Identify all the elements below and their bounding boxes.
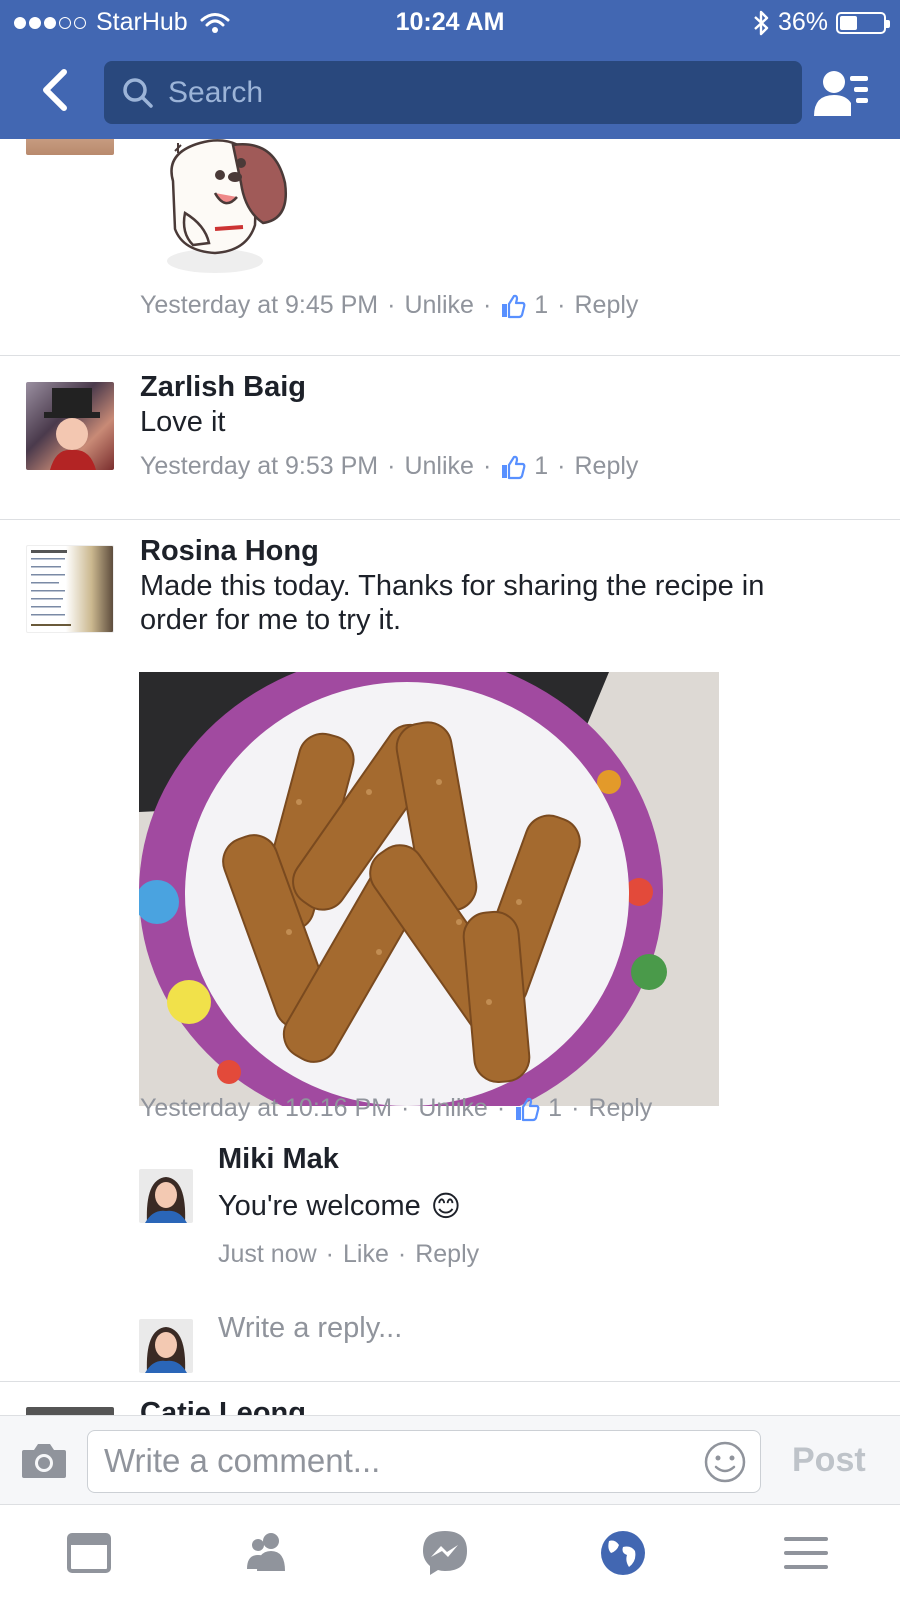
- reply-time[interactable]: Just now: [218, 1240, 317, 1269]
- reply-link[interactable]: Reply: [415, 1240, 479, 1269]
- news-feed-icon[interactable]: [63, 1527, 115, 1579]
- comment-author[interactable]: Zarlish Baig: [140, 371, 306, 404]
- comment-text-line1: Made this today. Thanks for sharing the …: [140, 570, 765, 602]
- reply-link[interactable]: Reply: [588, 1094, 652, 1123]
- friend-requests-icon[interactable]: [241, 1527, 293, 1579]
- like-count[interactable]: 1: [534, 452, 548, 481]
- reply-text: You're welcome: [218, 1190, 421, 1222]
- comment-meta: Yesterday at 9:53 PM · Unlike · 1 · Repl…: [140, 452, 639, 481]
- search-placeholder: Search: [168, 75, 264, 109]
- reply-author[interactable]: Miki Mak: [218, 1143, 339, 1176]
- status-right: 36%: [752, 8, 890, 37]
- unlike-link[interactable]: Unlike: [418, 1094, 487, 1123]
- battery-percent: 36%: [777, 8, 828, 36]
- unlike-link[interactable]: Unlike: [404, 452, 473, 481]
- like-thumb-icon: [502, 455, 526, 479]
- avatar[interactable]: [26, 139, 114, 155]
- avatar[interactable]: [26, 1407, 114, 1415]
- menu-icon[interactable]: [780, 1527, 832, 1579]
- search-input[interactable]: Search: [104, 61, 802, 124]
- notifications-globe-icon[interactable]: [597, 1527, 649, 1579]
- post-button[interactable]: Post: [792, 1441, 866, 1480]
- write-reply-input[interactable]: Write a reply...: [218, 1312, 402, 1345]
- like-thumb-icon: [516, 1097, 540, 1121]
- search-icon: [123, 77, 153, 108]
- battery-icon: [836, 11, 890, 34]
- comment-meta: Yesterday at 9:45 PM · Unlike · 1 · Repl…: [140, 291, 639, 320]
- comment-time[interactable]: Yesterday at 10:16 PM: [140, 1094, 392, 1123]
- like-count[interactable]: 1: [548, 1094, 562, 1123]
- dog-sticker: [167, 139, 287, 273]
- divider: [0, 1381, 900, 1382]
- comments-list: Yesterday at 9:45 PM · Unlike · 1 · Repl…: [0, 139, 900, 1415]
- unlike-link[interactable]: Unlike: [404, 291, 473, 320]
- messenger-icon[interactable]: [419, 1527, 471, 1579]
- avatar[interactable]: [26, 545, 114, 633]
- avatar[interactable]: [26, 382, 114, 470]
- comment-time[interactable]: Yesterday at 9:53 PM: [140, 452, 378, 481]
- top-bar: StarHub 10:24 AM 36% Search: [0, 0, 900, 139]
- avatar[interactable]: [139, 1169, 193, 1223]
- camera-icon[interactable]: [20, 1440, 68, 1480]
- reply-text-row: You're welcome 😊: [218, 1189, 461, 1223]
- divider: [0, 519, 900, 520]
- comment-placeholder: Write a comment...: [104, 1442, 381, 1479]
- comment-text: Love it: [140, 406, 226, 438]
- tab-bar: [0, 1505, 900, 1600]
- status-bar: StarHub 10:24 AM 36%: [0, 0, 900, 46]
- like-thumb-icon: [502, 294, 526, 318]
- my-avatar: [139, 1319, 193, 1373]
- comment-time[interactable]: Yesterday at 9:45 PM: [140, 291, 378, 320]
- write-comment-input[interactable]: Write a comment...: [87, 1430, 761, 1493]
- reply-link[interactable]: Reply: [575, 291, 639, 320]
- emoji-icon[interactable]: [704, 1441, 746, 1483]
- friends-list-icon[interactable]: [812, 68, 872, 118]
- comment-meta: Yesterday at 10:16 PM · Unlike · 1 · Rep…: [140, 1094, 653, 1123]
- reply-meta: Just now · Like · Reply: [218, 1240, 480, 1269]
- reply-link[interactable]: Reply: [575, 452, 639, 481]
- comment-text-line2: order for me to try it.: [140, 604, 402, 636]
- comment-author[interactable]: Rosina Hong: [140, 535, 319, 568]
- like-count[interactable]: 1: [534, 291, 548, 320]
- comment-composer: Write a comment... Post: [0, 1415, 900, 1505]
- like-link[interactable]: Like: [343, 1240, 389, 1269]
- bluetooth-icon: [754, 10, 769, 35]
- comment-author[interactable]: Catie Leong: [140, 1397, 306, 1415]
- divider: [0, 355, 900, 356]
- churros-photo[interactable]: [139, 672, 719, 1106]
- smiling-face-emoji: 😊: [430, 1189, 461, 1223]
- back-button[interactable]: [36, 68, 76, 112]
